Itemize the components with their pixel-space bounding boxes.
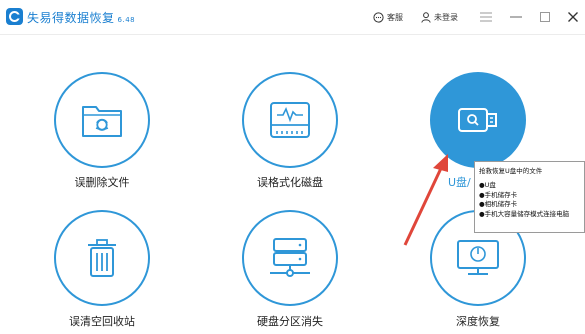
- title-divider: [0, 34, 585, 35]
- tooltip-item-camera-card: ●相机储存卡: [479, 200, 518, 208]
- monitor-scan-icon: [457, 240, 499, 275]
- login-button[interactable]: 未登录: [421, 9, 458, 25]
- maximize-icon: [540, 12, 550, 22]
- maximize-button[interactable]: [537, 9, 553, 25]
- deep-recovery-label: 深度恢复: [456, 315, 500, 328]
- hard-drive-network-icon: [270, 238, 310, 277]
- folder-recover-icon: [82, 106, 122, 137]
- recycle-bin-button[interactable]: [54, 210, 150, 306]
- minimize-icon: [510, 16, 522, 18]
- close-icon: [568, 12, 578, 22]
- login-label: 未登录: [434, 12, 458, 22]
- app-name: 失易得数据恢复: [27, 11, 115, 25]
- tooltip-item-phone-card: ●手机储存卡: [479, 190, 518, 199]
- formatted-disk-button[interactable]: [242, 72, 338, 168]
- formatted-disk-label: 误格式化磁盘: [257, 176, 323, 189]
- trash-can-icon: [88, 239, 116, 277]
- app-title: 失易得数据恢复 6.48: [27, 9, 135, 26]
- title-bar: 失易得数据恢复 6.48 客服 未登录: [0, 0, 585, 34]
- app-version: 6.48: [117, 16, 136, 24]
- usb-tooltip: 抢救恢复U盘中的文件 ●U盘 ●手机储存卡 ●相机储存卡 ●手机大容量储存模式连…: [474, 161, 585, 233]
- annotation-arrow: [403, 154, 448, 246]
- deleted-files-label: 误删除文件: [74, 176, 130, 189]
- minimize-button[interactable]: [508, 9, 524, 25]
- menu-button[interactable]: [478, 9, 494, 25]
- recycle-bin-label: 误清空回收站: [69, 315, 135, 328]
- partition-lost-label: 硬盘分区消失: [257, 315, 323, 328]
- chat-bubble-icon: [373, 11, 384, 23]
- app-logo-icon: [6, 8, 23, 25]
- user-icon: [421, 11, 431, 23]
- usb-drive-icon: [458, 108, 497, 132]
- disk-pulse-icon: [270, 102, 310, 138]
- deleted-files-button[interactable]: [54, 72, 150, 168]
- feedback-label: 客服: [387, 12, 403, 22]
- tooltip-item-phone-storage: ●手机大容量储存模式连接电脑: [479, 209, 570, 218]
- close-button[interactable]: [565, 9, 581, 25]
- tooltip-title: 抢救恢复U盘中的文件: [479, 167, 543, 175]
- feedback-button[interactable]: 客服: [373, 9, 403, 25]
- tooltip-item-usb: ●U盘: [479, 181, 496, 189]
- hamburger-menu-icon: [480, 12, 492, 22]
- partition-lost-button[interactable]: [242, 210, 338, 306]
